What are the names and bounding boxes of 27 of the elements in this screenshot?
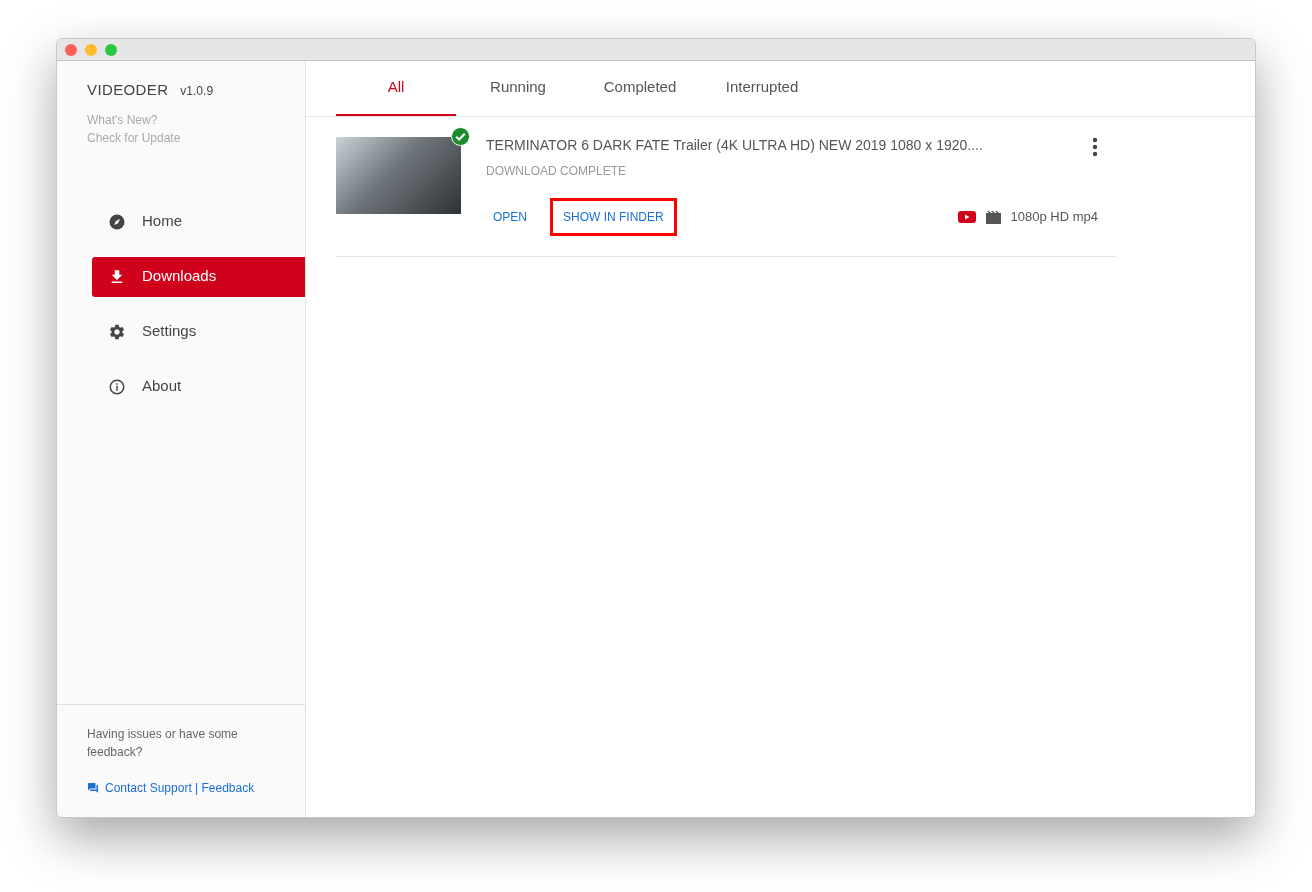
app-version: v1.0.9 (180, 83, 214, 100)
tab[interactable]: Completed (580, 61, 700, 116)
action-button[interactable]: OPEN (480, 198, 540, 236)
app-name: VIDEODER (87, 80, 169, 100)
compass-icon (108, 212, 126, 231)
nav-item[interactable]: About (92, 366, 305, 407)
more-options-icon[interactable] (1092, 137, 1098, 157)
video-format: 1080p HD mp4 (1010, 208, 1098, 227)
video-platform-icon (957, 211, 976, 223)
action-button[interactable]: SHOW IN FINDER (550, 198, 677, 236)
minimize-button[interactable] (85, 43, 97, 56)
tab[interactable]: All (336, 61, 456, 116)
download-status: DOWNLOAD COMPLETE (486, 163, 627, 180)
zoom-button[interactable] (105, 43, 117, 56)
support-prompt: Having issues or have some feedback? (87, 726, 239, 761)
film-icon (985, 210, 1001, 224)
tab[interactable]: Running (458, 61, 578, 116)
settings-icon (108, 322, 126, 341)
nav-item[interactable]: Downloads (92, 256, 305, 297)
tab[interactable]: Interrupted (702, 61, 822, 116)
nav-item[interactable]: Home (92, 201, 305, 242)
nav-item[interactable]: Settings (92, 311, 305, 352)
info-icon (108, 377, 126, 396)
chat-icon (87, 782, 99, 794)
close-button[interactable] (65, 43, 77, 56)
video-title: TERMINATOR 6 DARK FATE Trailer (4K ULTRA HD) NEW 2019 1080 x 1920.... (486, 136, 983, 155)
contact-support-link[interactable]: Contact Support | Feedback (87, 779, 275, 797)
